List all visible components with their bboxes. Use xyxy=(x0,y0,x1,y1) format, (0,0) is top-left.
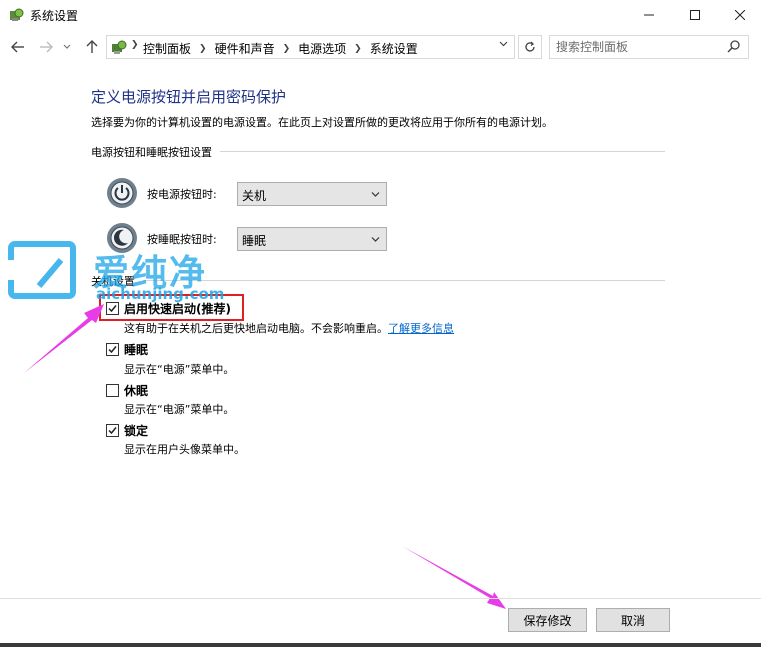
checkmark-icon xyxy=(108,427,117,435)
page-description: 选择要为你的计算机设置的电源设置。在此页上对设置所做的更改将应用于你所有的电源计… xyxy=(91,116,553,129)
power-button-icon xyxy=(107,178,137,208)
breadcrumb-separator-icon[interactable]: ❯ xyxy=(199,44,207,54)
breadcrumb: 控制面板 ❯ 硬件和声音 ❯ 电源选项 ❯ 系统设置 xyxy=(143,40,418,57)
address-dropdown-button[interactable] xyxy=(499,40,508,50)
fast-startup-description: 这有助于在关机之后更快地启动电脑。不会影响重启。了解更多信息 xyxy=(124,320,454,336)
maximize-icon xyxy=(690,10,700,20)
breadcrumb-separator-icon: ❯ xyxy=(131,40,139,50)
taskbar-edge xyxy=(0,643,761,647)
recent-locations-button[interactable] xyxy=(60,37,74,57)
close-icon xyxy=(735,10,745,20)
back-button[interactable] xyxy=(8,37,28,57)
lock-option-description: 显示在用户头像菜单中。 xyxy=(124,443,245,456)
address-bar[interactable]: ❯ 控制面板 ❯ 硬件和声音 ❯ 电源选项 ❯ 系统设置 xyxy=(106,35,515,59)
refresh-icon xyxy=(525,41,535,52)
chevron-down-icon xyxy=(63,44,71,49)
minimize-button[interactable] xyxy=(626,0,672,30)
watermark-logo-icon xyxy=(7,241,76,299)
search-icon[interactable] xyxy=(726,39,742,55)
title-bar: 系统设置 xyxy=(0,0,761,30)
chevron-down-icon xyxy=(371,237,380,242)
chevron-down-icon xyxy=(371,192,380,197)
search-box xyxy=(549,35,749,59)
breadcrumb-item[interactable]: 系统设置 xyxy=(370,40,418,57)
sleep-checkbox[interactable] xyxy=(106,343,119,356)
chevron-down-icon xyxy=(499,41,508,47)
learn-more-link[interactable]: 了解更多信息 xyxy=(388,322,454,335)
forward-button[interactable] xyxy=(36,37,56,57)
back-arrow-icon xyxy=(11,41,24,53)
watermark-url: aichunjing.com xyxy=(96,285,225,303)
control-panel-icon xyxy=(112,40,127,54)
maximize-button[interactable] xyxy=(672,0,718,30)
power-button-label: 按电源按钮时: xyxy=(147,188,217,201)
up-button[interactable] xyxy=(82,37,102,57)
breadcrumb-item[interactable]: 硬件和声音 xyxy=(215,40,275,57)
system-settings-window: 系统设置 ❯ 控制面板 ❯ 硬件和声音 ❯ 电源选项 ❯ 系统设置 搜索控制面板… xyxy=(0,0,761,647)
breadcrumb-item[interactable]: 电源选项 xyxy=(298,40,346,57)
power-options-app-icon xyxy=(10,8,24,21)
breadcrumb-separator-icon[interactable]: ❯ xyxy=(283,44,291,54)
hibernate-option-label[interactable]: 休眠 xyxy=(124,382,148,399)
footer-divider xyxy=(0,598,761,599)
refresh-button[interactable] xyxy=(518,35,542,59)
power-button-action-value: 关机 xyxy=(242,189,267,203)
lock-option-label[interactable]: 锁定 xyxy=(124,422,148,439)
fast-startup-description-text: 这有助于在关机之后更快地启动电脑。不会影响重启。 xyxy=(124,322,388,335)
lock-checkbox[interactable] xyxy=(106,424,119,437)
cancel-button[interactable]: 取消 xyxy=(596,608,670,632)
breadcrumb-item[interactable]: 控制面板 xyxy=(143,40,191,57)
minimize-icon xyxy=(644,14,654,16)
checkmark-icon xyxy=(108,346,117,354)
forward-arrow-icon xyxy=(40,41,53,53)
pointer-arrow-icon xyxy=(402,546,506,609)
sleep-option-label[interactable]: 睡眠 xyxy=(124,341,148,358)
hibernate-checkbox[interactable] xyxy=(106,384,119,397)
power-button-action-select[interactable]: 关机 xyxy=(237,182,387,206)
close-button[interactable] xyxy=(717,0,761,30)
page-title: 定义电源按钮并启用密码保护 xyxy=(91,88,287,106)
search-input[interactable] xyxy=(556,39,721,55)
sleep-option-description: 显示在“电源”菜单中。 xyxy=(124,363,235,376)
hibernate-option-description: 显示在“电源”菜单中。 xyxy=(124,403,235,416)
window-title: 系统设置 xyxy=(30,9,79,23)
up-arrow-icon xyxy=(86,40,98,53)
breadcrumb-separator-icon[interactable]: ❯ xyxy=(354,44,362,54)
sleep-button-action-value: 睡眠 xyxy=(242,234,267,248)
save-changes-button[interactable]: 保存修改 xyxy=(508,608,587,632)
pointer-arrow-icon xyxy=(24,304,104,373)
navigation-bar: ❯ 控制面板 ❯ 硬件和声音 ❯ 电源选项 ❯ 系统设置 xyxy=(0,32,761,62)
sleep-button-action-select[interactable]: 睡眠 xyxy=(237,227,387,251)
power-buttons-section-title: 电源按钮和睡眠按钮设置 xyxy=(91,144,220,160)
